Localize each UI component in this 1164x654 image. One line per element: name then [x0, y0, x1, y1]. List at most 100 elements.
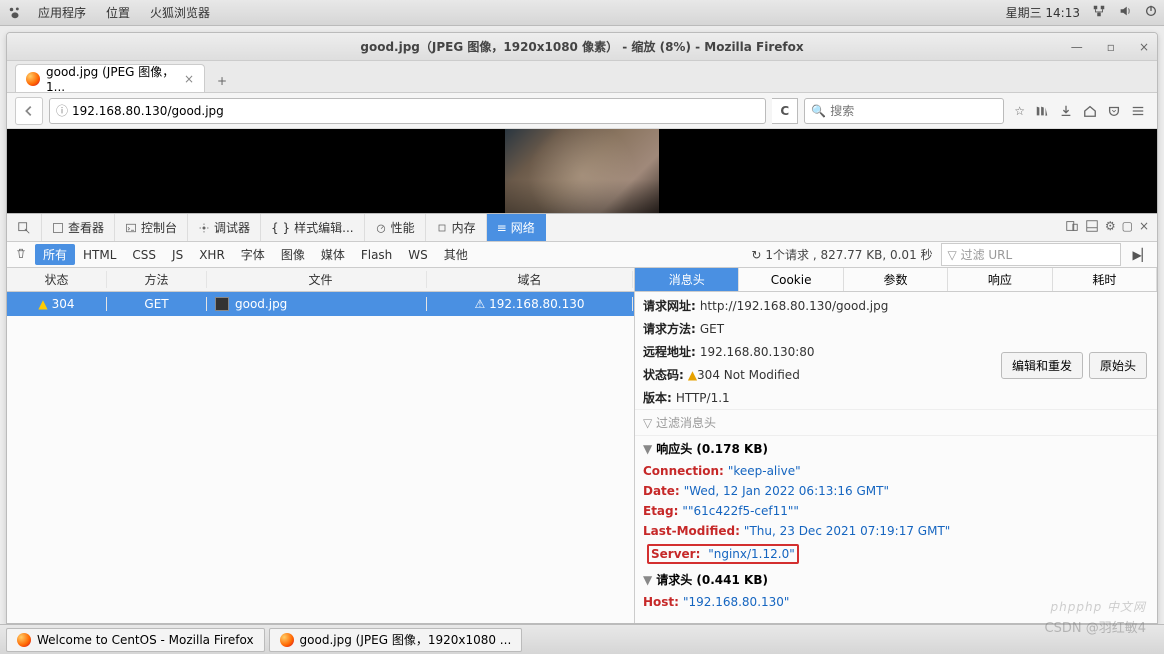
gnome-menu-apps[interactable]: 应用程序 [28, 4, 96, 21]
browser-tab[interactable]: good.jpg (JPEG 图像，1... × [15, 64, 205, 92]
filter-other[interactable]: 其他 [436, 244, 476, 265]
filter-css[interactable]: CSS [124, 246, 164, 264]
devtools-close-icon[interactable]: × [1139, 219, 1149, 236]
gnome-menu-firefox[interactable]: 火狐浏览器 [140, 4, 220, 21]
headers-panel: 请求网址:http://192.168.80.130/good.jpg 请求方法… [635, 292, 1157, 623]
network-icon[interactable] [1092, 4, 1106, 21]
status-code: 304 Not Modified [697, 368, 800, 382]
response-headers-section[interactable]: ▼响应头 (0.178 KB) [635, 436, 1157, 461]
reload-button[interactable]: C [772, 98, 798, 124]
details-tab-response[interactable]: 响应 [948, 268, 1052, 291]
devtools-settings-icon[interactable]: ⚙ [1105, 219, 1116, 236]
request-details: 消息头 Cookie 参数 响应 耗时 请求网址:http://192.168.… [635, 268, 1157, 623]
firefox-icon [280, 633, 294, 647]
filter-all[interactable]: 所有 [35, 244, 75, 265]
gnome-top-panel: 应用程序 位置 火狐浏览器 星期三 14:13 [0, 0, 1164, 26]
network-filter-bar: 所有 HTML CSS JS XHR 字体 图像 媒体 Flash WS 其他 … [7, 242, 1157, 268]
requests-table: 状态 方法 文件 域名 ▲304 GET good.jpg ⚠ 192.168.… [7, 268, 635, 623]
col-status[interactable]: 状态 [7, 271, 107, 288]
tab-strip: good.jpg (JPEG 图像，1... × + [7, 61, 1157, 93]
window-titlebar: good.jpg（JPEG 图像，1920x1080 像素） - 缩放 (8%)… [7, 33, 1157, 61]
close-window-button[interactable]: × [1139, 40, 1149, 54]
filter-ws[interactable]: WS [400, 246, 435, 264]
details-tab-cookies[interactable]: Cookie [739, 268, 843, 291]
site-info-icon[interactable]: ⓘ [56, 102, 68, 119]
tab-console[interactable]: 控制台 [115, 214, 188, 241]
raw-headers-button[interactable]: 原始头 [1089, 352, 1147, 379]
server-header-highlight: Server: "nginx/1.12.0" [647, 544, 799, 564]
toolbar: ⓘ C 🔍 ☆ [7, 93, 1157, 129]
taskbar-entry-centos[interactable]: Welcome to CentOS - Mozilla Firefox [6, 628, 265, 652]
minimize-button[interactable]: — [1071, 40, 1083, 54]
request-row[interactable]: ▲304 GET good.jpg ⚠ 192.168.80.130 [7, 292, 634, 316]
har-icon[interactable]: ▶▏ [1127, 248, 1157, 262]
details-tab-params[interactable]: 参数 [844, 268, 948, 291]
new-tab-button[interactable]: + [211, 70, 233, 92]
responsive-mode-icon[interactable] [1065, 219, 1079, 236]
sound-icon[interactable] [1118, 4, 1132, 21]
reload-hint-icon: ↻ [751, 248, 761, 262]
tab-style-editor[interactable]: { }样式编辑... [261, 214, 365, 241]
table-header: 状态 方法 文件 域名 [7, 268, 634, 292]
image-type-icon [215, 297, 229, 311]
split-console-icon[interactable] [1085, 219, 1099, 236]
tab-close-icon[interactable]: × [184, 72, 194, 86]
filter-url-input[interactable]: ▽ 过滤 URL [941, 243, 1121, 266]
gnome-clock: 星期三 14:13 [1006, 4, 1080, 21]
page-content [7, 129, 1157, 213]
tab-network[interactable]: ≡ 网络 [487, 214, 546, 241]
remote-address: 192.168.80.130:80 [700, 345, 815, 359]
search-box[interactable]: 🔍 [804, 98, 1004, 124]
back-button[interactable] [15, 97, 43, 125]
filter-html[interactable]: HTML [75, 246, 124, 264]
col-method[interactable]: 方法 [107, 271, 207, 288]
devtools-panel: 查看器 控制台 调试器 { }样式编辑... 性能 内存 ≡ 网络 ⚙ ▢ × … [7, 213, 1157, 623]
power-icon[interactable] [1144, 4, 1158, 21]
filter-media[interactable]: 媒体 [313, 244, 353, 265]
watermark-brand: phpphp 中文网 [1051, 595, 1147, 616]
bookmark-star-icon[interactable]: ☆ [1014, 104, 1025, 118]
request-method: GET [700, 322, 724, 336]
filter-flash[interactable]: Flash [353, 246, 400, 264]
maximize-button[interactable]: ▫ [1107, 40, 1115, 54]
library-icon[interactable] [1035, 104, 1049, 118]
devtools-picker-icon[interactable] [7, 214, 42, 241]
tab-memory[interactable]: 内存 [426, 214, 487, 241]
request-url: http://192.168.80.130/good.jpg [700, 299, 889, 313]
gnome-menus: 应用程序 位置 火狐浏览器 [28, 4, 220, 21]
url-input[interactable] [72, 104, 759, 118]
filter-headers-input[interactable]: ▽ 过滤消息头 [635, 409, 1157, 436]
tab-performance[interactable]: 性能 [365, 214, 426, 241]
tab-debugger[interactable]: 调试器 [188, 214, 261, 241]
filter-xhr[interactable]: XHR [191, 246, 233, 264]
gnome-menu-places[interactable]: 位置 [96, 4, 140, 21]
downloads-icon[interactable] [1059, 104, 1073, 118]
home-icon[interactable] [1083, 104, 1097, 118]
search-input[interactable] [830, 104, 997, 118]
filter-images[interactable]: 图像 [273, 244, 313, 265]
col-file[interactable]: 文件 [207, 271, 427, 288]
firefox-window: good.jpg（JPEG 图像，1920x1080 像素） - 缩放 (8%)… [6, 32, 1158, 624]
request-headers-section[interactable]: ▼请求头 (0.441 KB) [635, 567, 1157, 592]
address-bar[interactable]: ⓘ [49, 98, 766, 124]
col-domain[interactable]: 域名 [427, 271, 633, 288]
details-tab-headers[interactable]: 消息头 [635, 268, 739, 291]
window-title: good.jpg（JPEG 图像，1920x1080 像素） - 缩放 (8%)… [360, 38, 803, 55]
taskbar-entry-goodjpg[interactable]: good.jpg (JPEG 图像，1920x1080 ... [269, 628, 523, 652]
details-tab-timing[interactable]: 耗时 [1053, 268, 1157, 291]
hamburger-menu-icon[interactable] [1131, 104, 1145, 118]
edit-resend-button[interactable]: 编辑和重发 [1001, 352, 1083, 379]
watermark-author: CSDN @羽红敏4 [1045, 617, 1146, 636]
firefox-icon [26, 72, 40, 86]
dock-side-icon[interactable]: ▢ [1122, 219, 1133, 236]
filter-js[interactable]: JS [164, 246, 191, 264]
requests-summary: 1个请求 , 827.77 KB, 0.01 秒 [765, 246, 932, 263]
clear-requests-icon[interactable] [7, 247, 35, 262]
filter-fonts[interactable]: 字体 [233, 244, 273, 265]
image-preview [505, 129, 659, 213]
pocket-icon[interactable] [1107, 104, 1121, 118]
http-version: HTTP/1.1 [676, 391, 730, 405]
gnome-bottom-panel: Welcome to CentOS - Mozilla Firefox good… [0, 624, 1164, 654]
tab-inspector[interactable]: 查看器 [42, 214, 115, 241]
tab-label: good.jpg (JPEG 图像，1... [46, 63, 178, 94]
